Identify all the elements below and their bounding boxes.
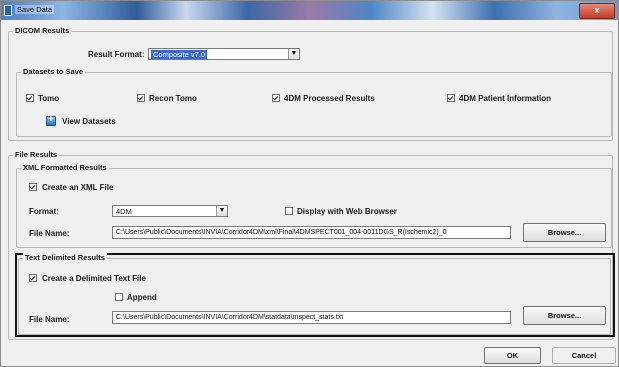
app-icon: [4, 5, 12, 16]
processed-results-checkbox[interactable]: [272, 94, 280, 102]
text-browse-button[interactable]: Browse...: [523, 306, 606, 325]
text-file-name-input[interactable]: C:\Users\Public\Documents\INVIA\Corridor…: [112, 311, 511, 324]
tomo-checkbox[interactable]: [26, 94, 34, 102]
file-results-legend: File Results: [13, 150, 60, 159]
format-select[interactable]: 4DM ▼: [112, 205, 228, 217]
chevron-down-icon: ▼: [216, 206, 227, 216]
display-web-label: Display with Web Browser: [297, 207, 397, 216]
processed-results-label: 4DM Processed Results: [284, 94, 375, 103]
tomo-label: Tomo: [38, 94, 60, 103]
format-value: 4DM: [116, 207, 132, 216]
format-label: Format:: [29, 207, 59, 216]
dicom-results-legend: DICOM Results: [13, 26, 72, 35]
close-button[interactable]: x: [579, 3, 615, 19]
text-file-name-label: File Name:: [29, 315, 70, 324]
result-format-select[interactable]: Composite v7.0 ▼: [148, 48, 300, 60]
create-xml-label: Create an XML File: [42, 183, 114, 192]
cancel-button[interactable]: Cancel: [552, 347, 616, 364]
xml-file-name-input[interactable]: C:\Users\Public\Documents\INVIA\Corridor…: [112, 226, 511, 239]
recon-tomo-checkbox[interactable]: [137, 94, 145, 102]
view-datasets-link[interactable]: View Datasets: [62, 117, 116, 126]
text-file-name-value: C:\Users\Public\Documents\INVIA\Corridor…: [116, 314, 344, 321]
chevron-down-icon: ▼: [288, 49, 299, 59]
patient-information-checkbox[interactable]: [447, 94, 455, 102]
title-bar: Save Data x: [1, 1, 618, 20]
xml-results-legend: XML Formatted Results: [21, 163, 109, 172]
recon-tomo-label: Recon Tomo: [149, 94, 197, 103]
view-datasets-icon[interactable]: [46, 114, 56, 126]
datasets-group: Datasets to Save: [16, 67, 612, 137]
display-web-checkbox[interactable]: [285, 207, 293, 215]
create-text-checkbox[interactable]: [29, 274, 37, 282]
datasets-legend: Datasets to Save: [21, 67, 86, 76]
create-text-label: Create a Delimited Text File: [42, 274, 146, 283]
append-checkbox[interactable]: [115, 293, 123, 301]
append-label: Append: [127, 293, 157, 302]
patient-information-label: 4DM Patient Information: [459, 94, 552, 103]
xml-file-name-value: C:\Users\Public\Documents\INVIA\Corridor…: [116, 229, 447, 236]
result-format-value: Composite v7.0: [151, 50, 208, 59]
text-results-legend: Text Delimited Results: [23, 253, 107, 262]
result-format-label: Result Format:: [88, 50, 145, 59]
xml-file-name-label: File Name:: [29, 229, 70, 238]
create-xml-checkbox[interactable]: [29, 183, 37, 191]
window-title: Save Data: [15, 5, 55, 14]
save-data-dialog: Save Data x DICOM Results Result Format:…: [0, 0, 619, 367]
xml-browse-button[interactable]: Browse...: [523, 223, 606, 242]
ok-button[interactable]: OK: [484, 347, 541, 364]
